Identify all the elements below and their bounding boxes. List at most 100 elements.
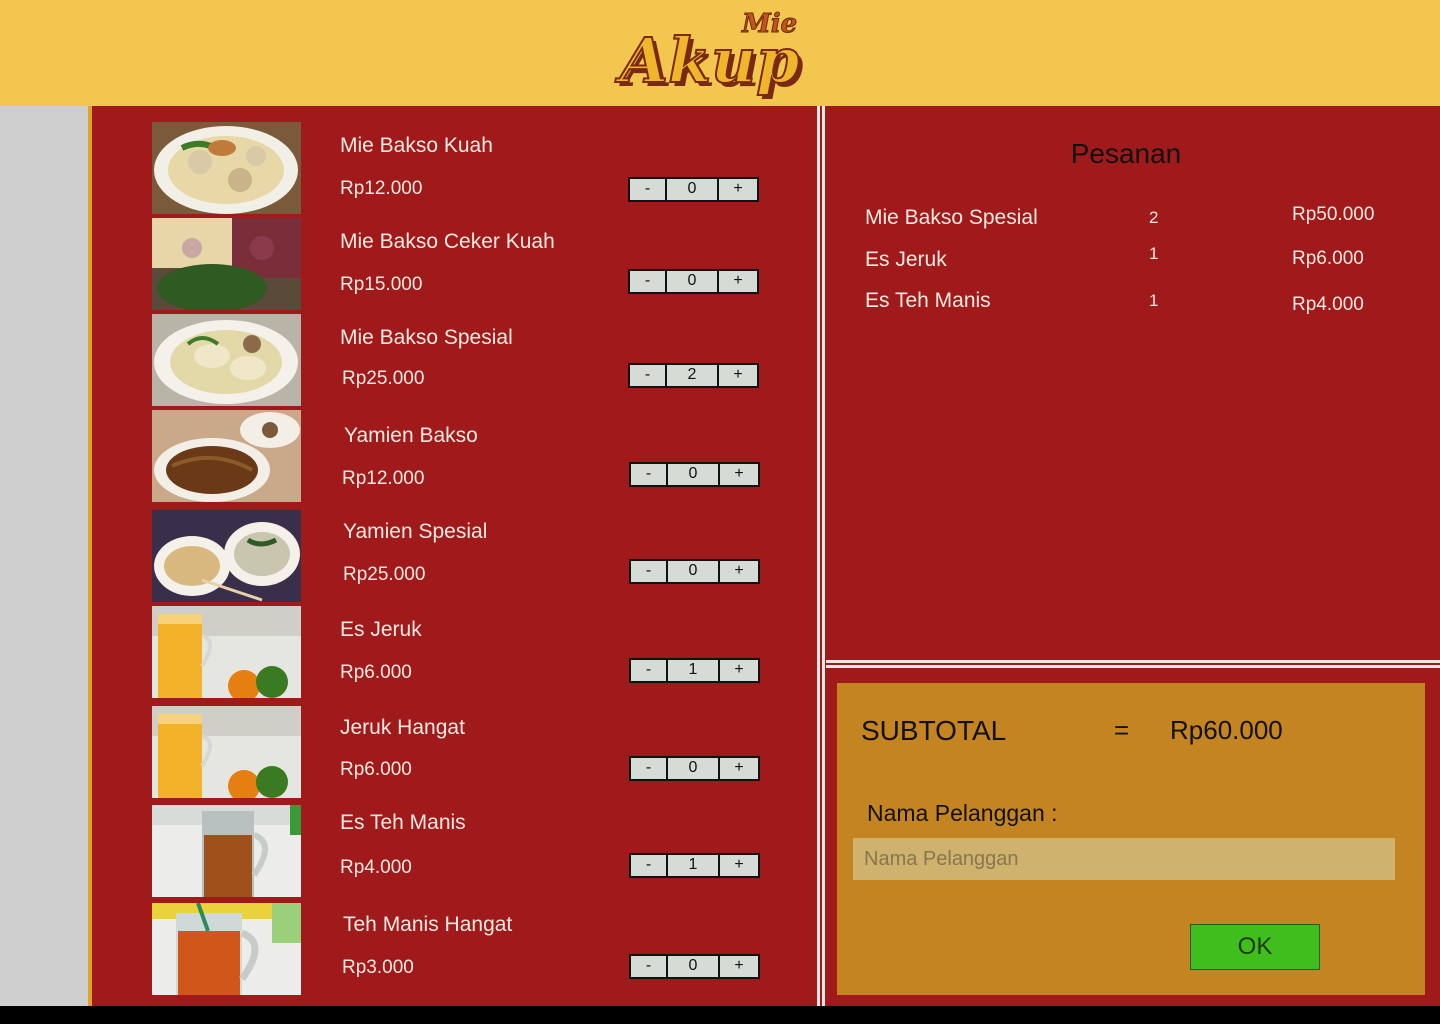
decrease-button[interactable]: - bbox=[630, 179, 667, 200]
item-price: Rp6.000 bbox=[340, 759, 412, 780]
menu-item: Es Jeruk Rp6.000 - 1 + bbox=[92, 606, 816, 698]
left-gutter bbox=[0, 106, 88, 1006]
quantity-stepper: - 0 + bbox=[629, 954, 760, 979]
subtotal-label: SUBTOTAL bbox=[861, 715, 1007, 746]
svg-text:Akup: Akup bbox=[615, 24, 800, 97]
increase-button[interactable]: + bbox=[719, 271, 757, 292]
decrease-button[interactable]: - bbox=[630, 271, 667, 292]
quantity-value: 2 bbox=[667, 365, 719, 386]
quantity-value: 0 bbox=[667, 271, 719, 292]
increase-button[interactable]: + bbox=[720, 855, 758, 876]
item-price: Rp15.000 bbox=[340, 274, 423, 295]
quantity-stepper: - 1 + bbox=[629, 853, 760, 878]
order-item-name: Es Jeruk bbox=[865, 248, 947, 271]
increase-button[interactable]: + bbox=[720, 660, 758, 681]
decrease-button[interactable]: - bbox=[631, 855, 668, 876]
menu-item: Jeruk Hangat Rp6.000 - 0 + bbox=[92, 706, 816, 798]
customer-name-input[interactable] bbox=[853, 838, 1395, 880]
drink-photo bbox=[152, 606, 301, 698]
order-item-price: Rp50.000 bbox=[1292, 204, 1375, 225]
quantity-value: 1 bbox=[668, 855, 720, 876]
item-price: Rp3.000 bbox=[342, 957, 414, 978]
item-name: Mie Bakso Kuah bbox=[340, 134, 493, 157]
order-title: Pesanan bbox=[1070, 138, 1182, 169]
menu-item: Mie Bakso Kuah Rp12.000 - 0 + bbox=[92, 122, 816, 214]
quantity-value: 0 bbox=[668, 561, 720, 582]
increase-button[interactable]: + bbox=[720, 956, 758, 977]
decrease-button[interactable]: - bbox=[631, 464, 668, 485]
item-price: Rp25.000 bbox=[342, 368, 425, 389]
item-price: Rp12.000 bbox=[342, 468, 425, 489]
item-price: Rp25.000 bbox=[343, 564, 426, 585]
quantity-stepper: - 0 + bbox=[628, 177, 759, 202]
quantity-stepper: - 0 + bbox=[629, 756, 760, 781]
quantity-value: 1 bbox=[668, 660, 720, 681]
quantity-value: 0 bbox=[668, 956, 720, 977]
checkout-panel: SUBTOTAL = Rp60.000 Nama Pelanggan : OK bbox=[826, 668, 1440, 1006]
item-name: Jeruk Hangat bbox=[340, 716, 465, 739]
increase-button[interactable]: + bbox=[719, 365, 757, 386]
item-price: Rp6.000 bbox=[340, 662, 412, 683]
item-name: Mie Bakso Spesial bbox=[340, 326, 513, 349]
food-photo bbox=[152, 510, 301, 602]
drink-photo bbox=[152, 903, 301, 995]
app-header: Mie Akup Akup bbox=[0, 0, 1440, 106]
order-panel: Pesanan Mie Bakso Spesial 2 Rp50.000 Es … bbox=[826, 106, 1440, 660]
subtotal-equals: = bbox=[1114, 715, 1130, 745]
increase-button[interactable]: + bbox=[720, 758, 758, 779]
order-row: Es Jeruk 1 Rp6.000 bbox=[865, 244, 1425, 278]
drink-photo bbox=[152, 805, 301, 897]
food-photo bbox=[152, 314, 301, 406]
food-photo bbox=[152, 218, 301, 310]
item-name: Teh Manis Hangat bbox=[343, 913, 513, 936]
quantity-value: 0 bbox=[668, 464, 720, 485]
quantity-stepper: - 0 + bbox=[629, 559, 760, 584]
decrease-button[interactable]: - bbox=[631, 956, 668, 977]
menu-item: Mie Bakso Spesial Rp25.000 - 2 + bbox=[92, 314, 816, 406]
decrease-button[interactable]: - bbox=[631, 758, 668, 779]
order-row: Es Teh Manis 1 Rp4.000 bbox=[865, 289, 1425, 319]
item-name: Yamien Bakso bbox=[344, 424, 478, 447]
increase-button[interactable]: + bbox=[720, 561, 758, 582]
menu-item: Yamien Bakso Rp12.000 - 0 + bbox=[92, 410, 816, 502]
food-photo bbox=[152, 122, 301, 214]
drink-photo bbox=[152, 706, 301, 798]
increase-button[interactable]: + bbox=[719, 179, 757, 200]
summary-box: SUBTOTAL = Rp60.000 Nama Pelanggan : OK bbox=[837, 683, 1425, 995]
order-item-qty: 1 bbox=[1149, 244, 1159, 263]
quantity-stepper: - 0 + bbox=[629, 462, 760, 487]
menu-list: Mie Bakso Kuah Rp12.000 - 0 + Mie Bakso … bbox=[92, 106, 816, 1006]
menu-item: Es Teh Manis Rp4.000 - 1 + bbox=[92, 805, 816, 897]
decrease-button[interactable]: - bbox=[630, 365, 667, 386]
food-photo bbox=[152, 410, 301, 502]
menu-item: Teh Manis Hangat Rp3.000 - 0 + bbox=[92, 903, 816, 995]
item-name: Mie Bakso Ceker Kuah bbox=[340, 230, 555, 253]
item-name: Yamien Spesial bbox=[343, 520, 488, 543]
quantity-value: 0 bbox=[667, 179, 719, 200]
panel-divider bbox=[816, 106, 826, 1006]
item-price: Rp4.000 bbox=[340, 857, 412, 878]
section-divider bbox=[826, 660, 1440, 668]
subtotal-value: Rp60.000 bbox=[1170, 715, 1283, 745]
customer-name-label: Nama Pelanggan : bbox=[867, 800, 1058, 826]
menu-item: Mie Bakso Ceker Kuah Rp15.000 - 0 + bbox=[92, 218, 816, 310]
order-item-price: Rp6.000 bbox=[1292, 248, 1364, 269]
order-item-qty: 1 bbox=[1149, 291, 1159, 310]
order-item-name: Mie Bakso Spesial bbox=[865, 206, 1038, 229]
order-item-price: Rp4.000 bbox=[1292, 294, 1364, 315]
increase-button[interactable]: + bbox=[720, 464, 758, 485]
item-name: Es Jeruk bbox=[340, 618, 422, 641]
order-item-qty: 2 bbox=[1149, 208, 1159, 227]
mie-akup-logo: Mie Akup Akup bbox=[614, 9, 804, 102]
ok-button[interactable]: OK bbox=[1190, 924, 1320, 970]
quantity-value: 0 bbox=[668, 758, 720, 779]
quantity-stepper: - 0 + bbox=[628, 269, 759, 294]
quantity-stepper: - 2 + bbox=[628, 363, 759, 388]
decrease-button[interactable]: - bbox=[631, 561, 668, 582]
order-row: Mie Bakso Spesial 2 Rp50.000 bbox=[865, 204, 1425, 236]
decrease-button[interactable]: - bbox=[631, 660, 668, 681]
menu-item: Yamien Spesial Rp25.000 - 0 + bbox=[92, 510, 816, 602]
order-item-name: Es Teh Manis bbox=[865, 289, 991, 312]
item-price: Rp12.000 bbox=[340, 178, 423, 199]
quantity-stepper: - 1 + bbox=[629, 658, 760, 683]
